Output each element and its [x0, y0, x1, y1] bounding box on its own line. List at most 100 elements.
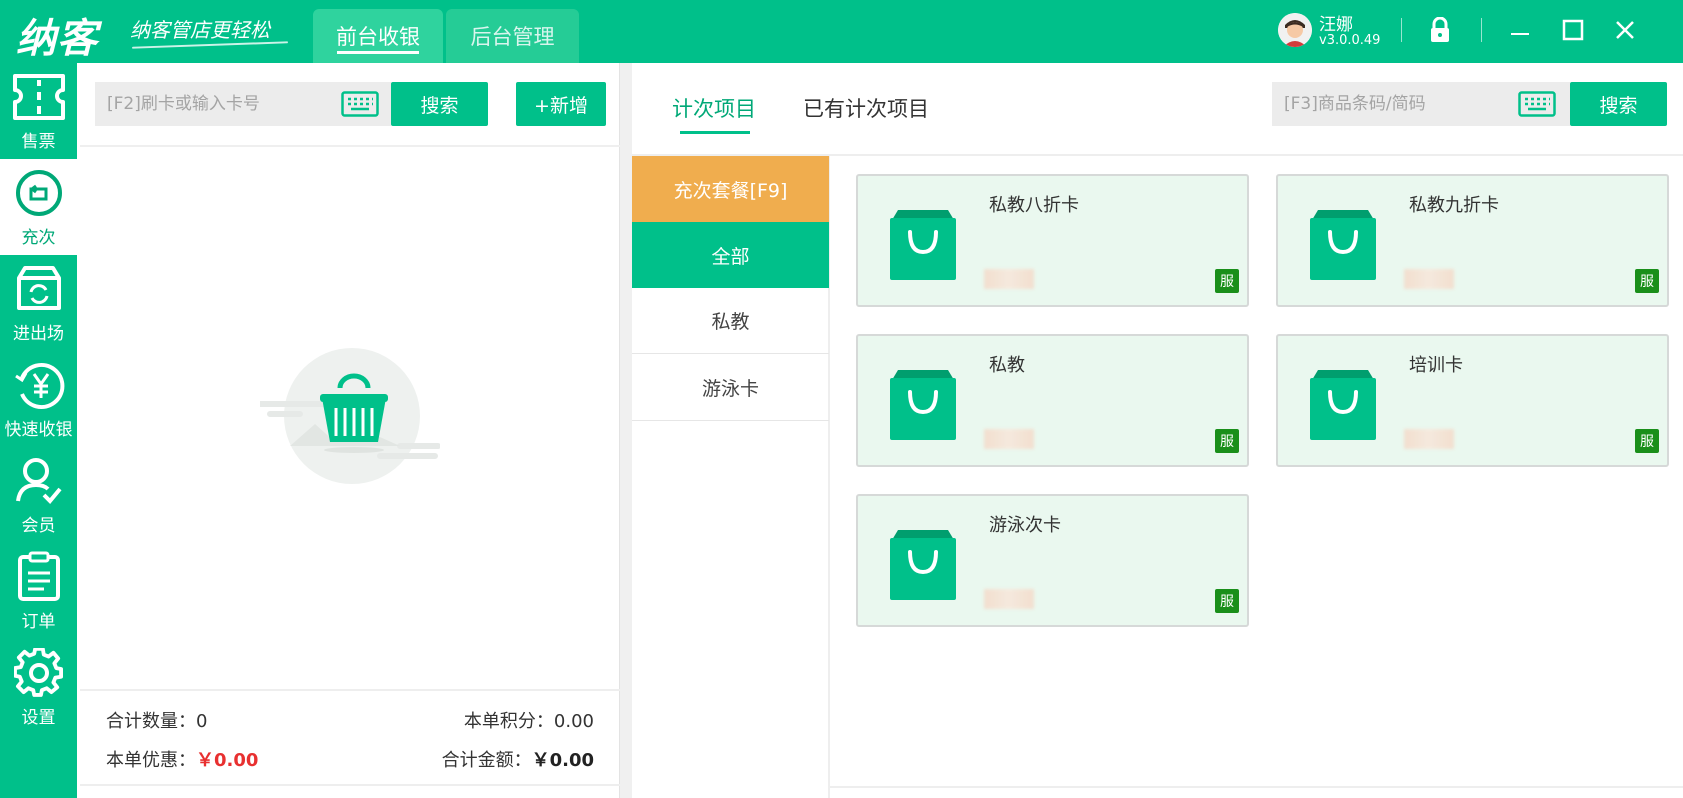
product-panel: 计次项目 已有计次项目 搜索 充次套餐[F9] 全部 私教 游泳卡	[632, 63, 1683, 798]
tab-label: 后台管理	[470, 25, 555, 49]
active-tab-underline	[337, 51, 419, 54]
top-bar: 纳客 纳客管店更轻松 前台收银 后台管理 汪娜 v3.0.0.49	[0, 0, 1683, 63]
product-price-blurred	[984, 429, 1034, 449]
app-slogan: 纳客管店更轻松	[130, 18, 270, 42]
tab-existing-count-items[interactable]: 已有计次项目	[803, 93, 929, 123]
product-card[interactable]: 游泳次卡 服	[856, 494, 1249, 627]
category-list: 充次套餐[F9] 全部 私教 游泳卡	[632, 156, 830, 798]
close-icon[interactable]	[1609, 14, 1641, 46]
avatar[interactable]	[1278, 13, 1312, 47]
nav-label: 快速收银	[4, 420, 73, 440]
product-price-blurred	[984, 269, 1034, 289]
settings-icon	[11, 645, 67, 701]
divider	[1401, 18, 1402, 42]
nav-item-recharge[interactable]: 充次	[0, 159, 77, 255]
order-discount: 本单优惠：￥0.00	[106, 746, 258, 772]
order-icon	[11, 549, 67, 605]
total-value: ￥0.00	[531, 750, 594, 771]
product-search-button[interactable]: 搜索	[1570, 82, 1667, 126]
nav-item-ticket[interactable]: 售票	[0, 63, 77, 159]
panel-splitter[interactable]	[620, 63, 632, 798]
shopping-bag-icon	[890, 530, 956, 600]
nav-label: 订单	[21, 612, 56, 632]
app-window: 纳客 纳客管店更轻松 前台收银 后台管理 汪娜 v3.0.0.49 售票 充次 …	[0, 0, 1683, 798]
member-icon	[11, 453, 67, 509]
keyboard-icon[interactable]	[1518, 91, 1556, 117]
product-name: 私教九折卡	[1409, 195, 1499, 216]
category-all[interactable]: 全部	[632, 222, 829, 288]
product-name: 私教八折卡	[989, 195, 1079, 216]
service-tag: 服	[1635, 269, 1659, 293]
cart-panel: 搜索 +新增 合计数量：0 本单积分：0.00 本单优惠：	[80, 63, 620, 798]
discount-value: ￥0.00	[196, 750, 259, 771]
nav-item-quick-cash[interactable]: 快速收银	[0, 351, 77, 447]
user-name: 汪娜	[1319, 15, 1353, 35]
nav-label: 进出场	[13, 324, 64, 344]
tab-count-items[interactable]: 计次项目	[672, 93, 756, 134]
category-private-coach[interactable]: 私教	[632, 288, 829, 354]
qty-value: 0	[196, 711, 208, 732]
product-name: 私教	[989, 355, 1025, 376]
category-recharge-package[interactable]: 充次套餐[F9]	[632, 156, 829, 222]
nav-item-settings[interactable]: 设置	[0, 639, 77, 735]
nav-item-member[interactable]: 会员	[0, 447, 77, 543]
product-price-blurred	[1404, 429, 1454, 449]
service-tag: 服	[1215, 429, 1239, 453]
avatar-icon	[1278, 13, 1312, 47]
service-tag: 服	[1215, 269, 1239, 293]
tab-front-cashier[interactable]: 前台收银	[313, 9, 443, 63]
discount-label: 本单优惠：	[106, 750, 196, 771]
shopping-bag-icon	[890, 210, 956, 280]
nav-label: 售票	[21, 132, 56, 152]
nav-label: 设置	[21, 708, 56, 728]
points-label: 本单积分：	[463, 711, 554, 732]
nav-item-order[interactable]: 订单	[0, 543, 77, 639]
ticket-icon	[11, 69, 67, 125]
quick-cash-icon	[11, 357, 67, 413]
divider	[80, 145, 620, 147]
total-qty: 合计数量：0	[106, 707, 207, 733]
nav-label: 充次	[21, 228, 56, 248]
product-price-blurred	[1404, 269, 1454, 289]
service-tag: 服	[1635, 429, 1659, 453]
order-total: 合计金额：￥0.00	[442, 746, 594, 772]
card-search-button[interactable]: 搜索	[391, 82, 488, 126]
order-points: 本单积分：0.00	[464, 707, 594, 733]
entry-exit-icon	[11, 261, 67, 317]
product-price-blurred	[984, 589, 1034, 609]
tab-label: 已有计次项目	[803, 97, 929, 121]
app-version: v3.0.0.49	[1319, 33, 1381, 48]
recharge-icon	[11, 165, 67, 221]
service-tag: 服	[1215, 589, 1239, 613]
add-member-button[interactable]: +新增	[516, 82, 606, 126]
product-card[interactable]: 私教 服	[856, 334, 1249, 467]
qty-label: 合计数量：	[106, 711, 196, 732]
app-logo: 纳客	[16, 15, 98, 62]
active-tab-underline	[680, 131, 750, 134]
left-nav: 售票 充次 进出场 快速收银 会员 订单 设置	[0, 63, 77, 798]
product-card[interactable]: 培训卡 服	[1276, 334, 1669, 467]
product-card[interactable]: 私教八折卡 服	[856, 174, 1249, 307]
category-swim-card[interactable]: 游泳卡	[632, 355, 829, 421]
minimize-icon[interactable]	[1504, 14, 1536, 46]
divider	[80, 784, 620, 786]
tab-label: 计次项目	[672, 97, 756, 121]
shopping-bag-icon	[890, 370, 956, 440]
tab-label: 前台收银	[336, 25, 420, 49]
maximize-icon[interactable]	[1557, 14, 1589, 46]
keyboard-icon[interactable]	[341, 91, 379, 117]
tab-back-management[interactable]: 后台管理	[446, 9, 579, 63]
product-card[interactable]: 私教九折卡 服	[1276, 174, 1669, 307]
points-value: 0.00	[553, 711, 594, 732]
product-name: 培训卡	[1409, 355, 1463, 376]
shopping-bag-icon	[1310, 210, 1376, 280]
empty-cart-icon	[257, 346, 441, 496]
shopping-bag-icon	[1310, 370, 1376, 440]
nav-label: 会员	[21, 516, 56, 536]
lock-icon[interactable]	[1424, 14, 1456, 46]
nav-item-entry-exit[interactable]: 进出场	[0, 255, 77, 351]
total-label: 合计金额：	[441, 750, 532, 771]
divider	[830, 786, 1683, 788]
order-summary: 合计数量：0 本单积分：0.00 本单优惠：￥0.00 合计金额：￥0.00	[80, 689, 620, 798]
product-name: 游泳次卡	[989, 515, 1061, 536]
